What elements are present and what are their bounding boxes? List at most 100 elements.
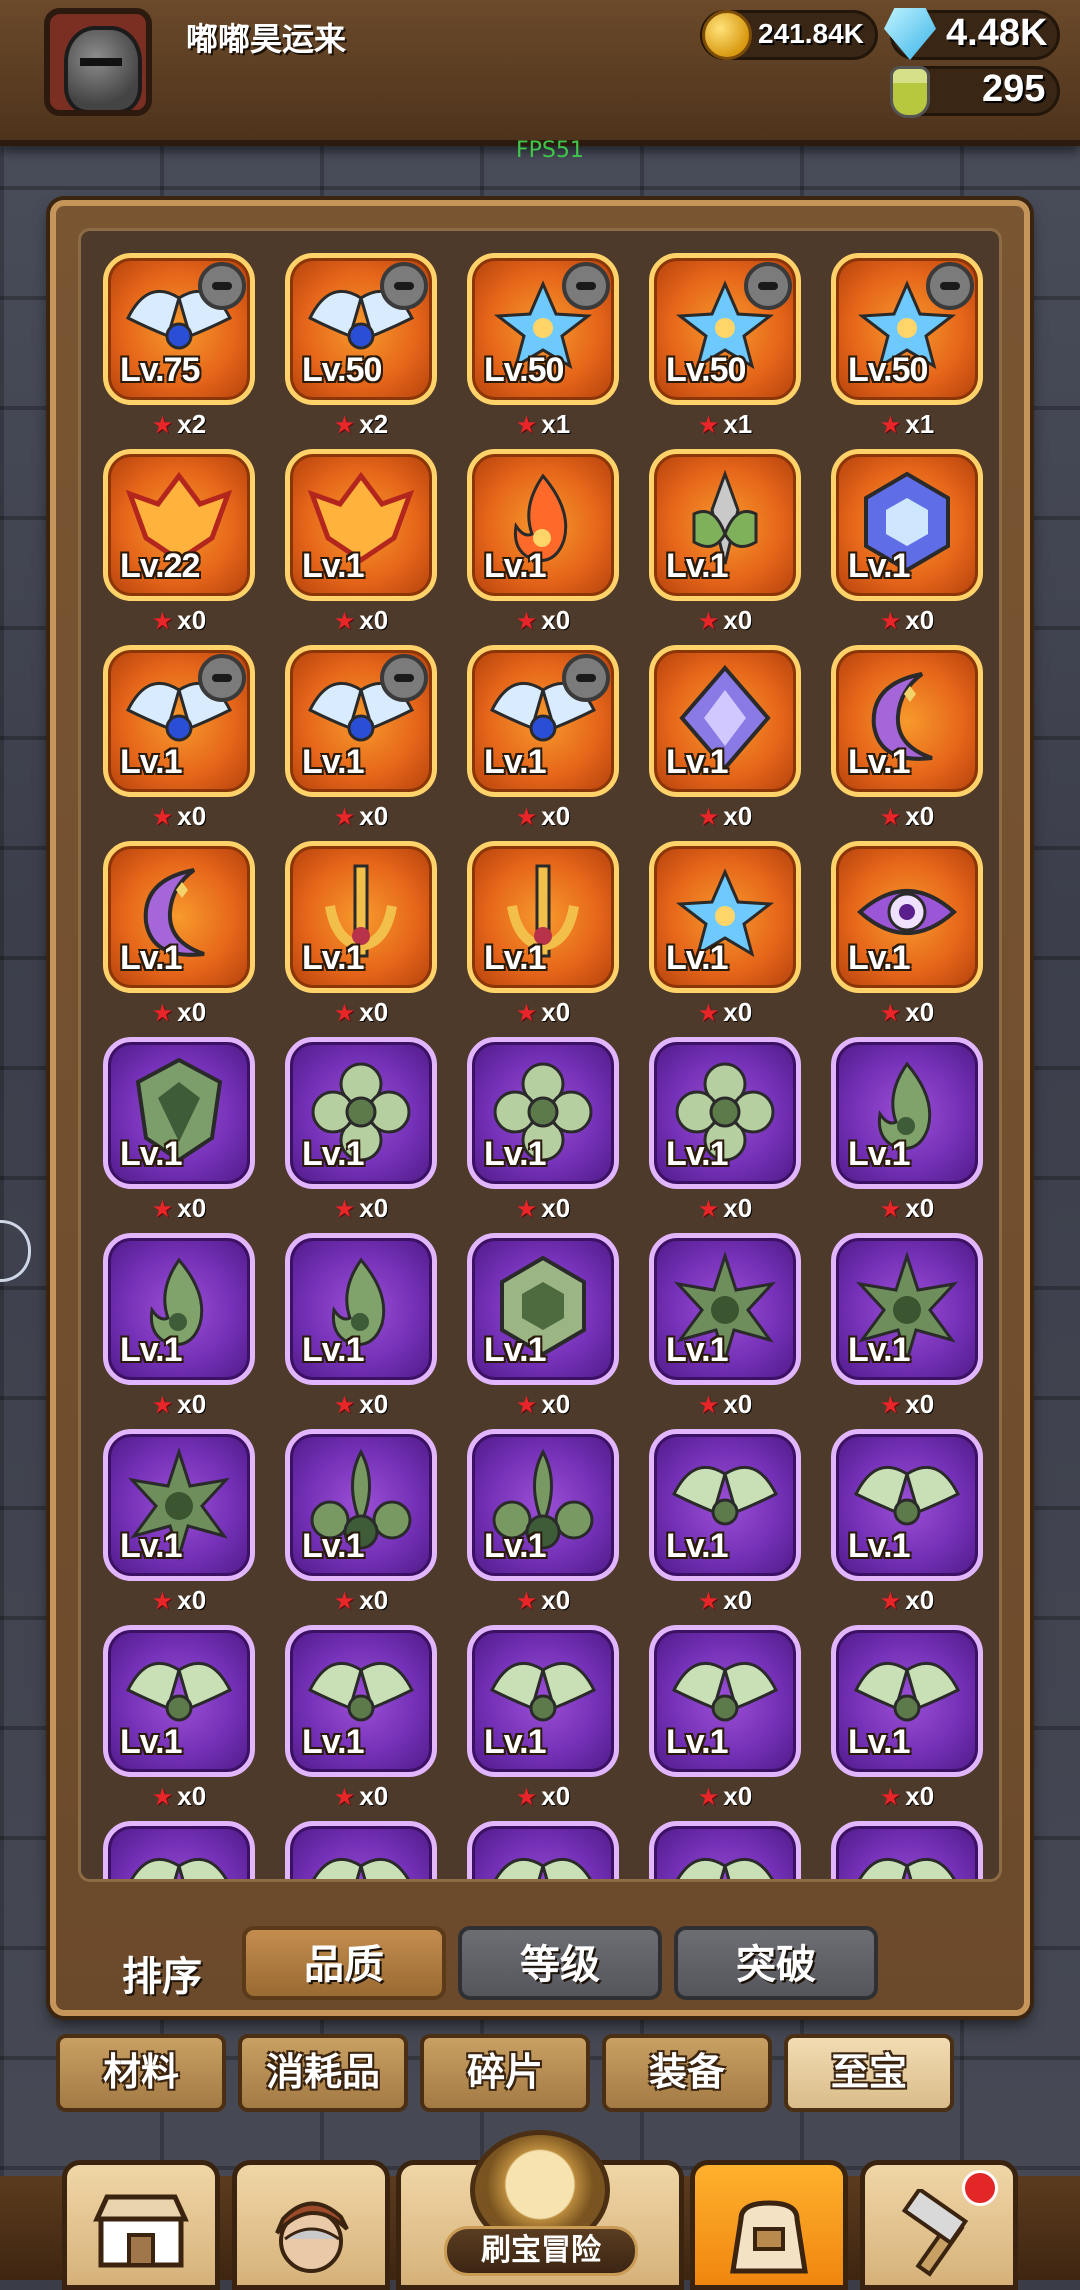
nav-shop[interactable] bbox=[62, 2160, 220, 2290]
item-slot[interactable]: Lv.1 bbox=[103, 1429, 255, 1581]
tab-fragments[interactable]: 碎片 bbox=[420, 2034, 590, 2112]
item-slot[interactable]: Lv.1 bbox=[649, 1625, 801, 1777]
item-slot[interactable]: Lv.50 bbox=[649, 253, 801, 405]
treasure-item[interactable]: Lv.1 ★ x0 bbox=[467, 1233, 619, 1421]
treasure-item[interactable]: Lv.1 ★ x0 bbox=[103, 645, 255, 833]
treasure-item[interactable]: Lv.1 ★ x0 bbox=[285, 1037, 437, 1225]
treasure-item[interactable]: Lv.1 ★ x0 bbox=[831, 645, 983, 833]
item-slot[interactable]: Lv.1 bbox=[649, 1429, 801, 1581]
treasure-item[interactable]: Lv.50 ★ x1 bbox=[831, 253, 983, 441]
tab-consumables[interactable]: 消耗品 bbox=[238, 2034, 408, 2112]
item-slot[interactable]: Lv.1 bbox=[831, 1625, 983, 1777]
treasure-item[interactable] bbox=[649, 1821, 801, 1879]
item-slot[interactable]: Lv.50 bbox=[285, 253, 437, 405]
item-slot[interactable]: Lv.22 bbox=[103, 449, 255, 601]
item-slot[interactable]: Lv.1 bbox=[285, 1625, 437, 1777]
treasure-item[interactable]: Lv.22 ★ x0 bbox=[103, 449, 255, 637]
item-slot[interactable]: Lv.1 bbox=[649, 645, 801, 797]
sort-breakthrough-button[interactable]: 突破 bbox=[674, 1926, 878, 2000]
item-slot[interactable] bbox=[831, 1821, 983, 1879]
treasure-item[interactable]: Lv.1 ★ x0 bbox=[831, 1625, 983, 1813]
item-slot[interactable]: Lv.75 bbox=[103, 253, 255, 405]
treasure-item[interactable]: Lv.1 ★ x0 bbox=[649, 1625, 801, 1813]
tab-materials[interactable]: 材料 bbox=[56, 2034, 226, 2112]
item-slot[interactable]: Lv.1 bbox=[649, 449, 801, 601]
treasure-item[interactable]: Lv.1 ★ x0 bbox=[467, 1037, 619, 1225]
treasure-item[interactable]: Lv.1 ★ x0 bbox=[467, 449, 619, 637]
nav-hero[interactable] bbox=[232, 2160, 390, 2290]
item-slot[interactable]: Lv.1 bbox=[285, 449, 437, 601]
item-slot[interactable]: Lv.1 bbox=[649, 841, 801, 993]
treasure-item[interactable]: Lv.1 ★ x0 bbox=[649, 1233, 801, 1421]
treasure-item[interactable]: Lv.1 ★ x0 bbox=[467, 1625, 619, 1813]
item-slot[interactable]: Lv.1 bbox=[649, 1037, 801, 1189]
item-slot[interactable] bbox=[285, 1821, 437, 1879]
treasure-item[interactable]: Lv.1 ★ x0 bbox=[831, 841, 983, 1029]
item-slot[interactable]: Lv.1 bbox=[831, 645, 983, 797]
treasure-item[interactable]: Lv.75 ★ x2 bbox=[103, 253, 255, 441]
item-slot[interactable]: Lv.1 bbox=[285, 1429, 437, 1581]
treasure-item[interactable]: Lv.1 ★ x0 bbox=[285, 645, 437, 833]
treasure-item[interactable] bbox=[467, 1821, 619, 1879]
treasure-item[interactable]: Lv.1 ★ x0 bbox=[831, 1233, 983, 1421]
item-slot[interactable]: Lv.1 bbox=[467, 645, 619, 797]
treasure-item[interactable]: Lv.1 ★ x0 bbox=[649, 1429, 801, 1617]
item-slot[interactable]: Lv.1 bbox=[467, 1037, 619, 1189]
item-slot[interactable]: Lv.1 bbox=[285, 841, 437, 993]
treasure-item[interactable]: Lv.50 ★ x1 bbox=[467, 253, 619, 441]
treasure-item[interactable]: Lv.1 ★ x0 bbox=[831, 449, 983, 637]
item-slot[interactable]: Lv.1 bbox=[649, 1233, 801, 1385]
treasure-item[interactable] bbox=[831, 1821, 983, 1879]
treasure-item[interactable]: Lv.1 ★ x0 bbox=[831, 1429, 983, 1617]
tab-treasures[interactable]: 至宝 bbox=[784, 2034, 954, 2112]
item-slot[interactable]: Lv.50 bbox=[467, 253, 619, 405]
nav-bag[interactable] bbox=[690, 2160, 848, 2290]
treasure-item[interactable]: Lv.1 ★ x0 bbox=[831, 1037, 983, 1225]
item-slot[interactable] bbox=[103, 1821, 255, 1879]
sort-level-button[interactable]: 等级 bbox=[458, 1926, 662, 2000]
treasure-item[interactable]: Lv.50 ★ x1 bbox=[649, 253, 801, 441]
treasure-item[interactable] bbox=[103, 1821, 255, 1879]
item-slot[interactable]: Lv.1 bbox=[831, 841, 983, 993]
treasure-item[interactable]: Lv.1 ★ x0 bbox=[285, 1625, 437, 1813]
treasure-item[interactable]: Lv.1 ★ x0 bbox=[467, 645, 619, 833]
treasure-item[interactable]: Lv.1 ★ x0 bbox=[467, 841, 619, 1029]
item-slot[interactable]: Lv.1 bbox=[103, 1037, 255, 1189]
treasure-item[interactable] bbox=[285, 1821, 437, 1879]
treasure-item[interactable]: Lv.1 ★ x0 bbox=[103, 1429, 255, 1617]
treasure-item[interactable]: Lv.1 ★ x0 bbox=[103, 1233, 255, 1421]
item-slot[interactable]: Lv.1 bbox=[103, 1233, 255, 1385]
tab-equipment[interactable]: 装备 bbox=[602, 2034, 772, 2112]
treasure-item[interactable]: Lv.1 ★ x0 bbox=[649, 645, 801, 833]
item-slot[interactable]: Lv.1 bbox=[467, 1429, 619, 1581]
sort-quality-button[interactable]: 品质 bbox=[242, 1926, 446, 2000]
item-slot[interactable] bbox=[467, 1821, 619, 1879]
treasure-item[interactable]: Lv.1 ★ x0 bbox=[103, 1625, 255, 1813]
treasure-item[interactable]: Lv.1 ★ x0 bbox=[285, 449, 437, 637]
item-grid[interactable]: Lv.75 ★ x2 Lv.50 ★ x2 Lv.50 ★ x1 Lv.50 ★ x1 Lv.5… bbox=[78, 228, 1002, 1882]
item-slot[interactable]: Lv.1 bbox=[831, 449, 983, 601]
item-slot[interactable]: Lv.1 bbox=[467, 449, 619, 601]
treasure-item[interactable]: Lv.1 ★ x0 bbox=[103, 841, 255, 1029]
item-slot[interactable] bbox=[649, 1821, 801, 1879]
item-slot[interactable]: Lv.1 bbox=[103, 645, 255, 797]
treasure-item[interactable]: Lv.1 ★ x0 bbox=[285, 1429, 437, 1617]
item-slot[interactable]: Lv.1 bbox=[285, 1233, 437, 1385]
item-slot[interactable]: Lv.1 bbox=[285, 645, 437, 797]
treasure-item[interactable]: Lv.1 ★ x0 bbox=[285, 1233, 437, 1421]
item-slot[interactable]: Lv.1 bbox=[831, 1233, 983, 1385]
treasure-item[interactable]: Lv.1 ★ x0 bbox=[285, 841, 437, 1029]
treasure-item[interactable]: Lv.1 ★ x0 bbox=[649, 1037, 801, 1225]
item-slot[interactable]: Lv.1 bbox=[467, 841, 619, 993]
treasure-item[interactable]: Lv.1 ★ x0 bbox=[467, 1429, 619, 1617]
item-slot[interactable]: Lv.1 bbox=[285, 1037, 437, 1189]
treasure-item[interactable]: Lv.50 ★ x2 bbox=[285, 253, 437, 441]
item-slot[interactable]: Lv.1 bbox=[103, 1625, 255, 1777]
item-slot[interactable]: Lv.1 bbox=[103, 841, 255, 993]
item-slot[interactable]: Lv.1 bbox=[831, 1429, 983, 1581]
item-slot[interactable]: Lv.50 bbox=[831, 253, 983, 405]
treasure-item[interactable]: Lv.1 ★ x0 bbox=[649, 841, 801, 1029]
item-slot[interactable]: Lv.1 bbox=[831, 1037, 983, 1189]
player-avatar[interactable] bbox=[44, 8, 152, 116]
item-slot[interactable]: Lv.1 bbox=[467, 1625, 619, 1777]
